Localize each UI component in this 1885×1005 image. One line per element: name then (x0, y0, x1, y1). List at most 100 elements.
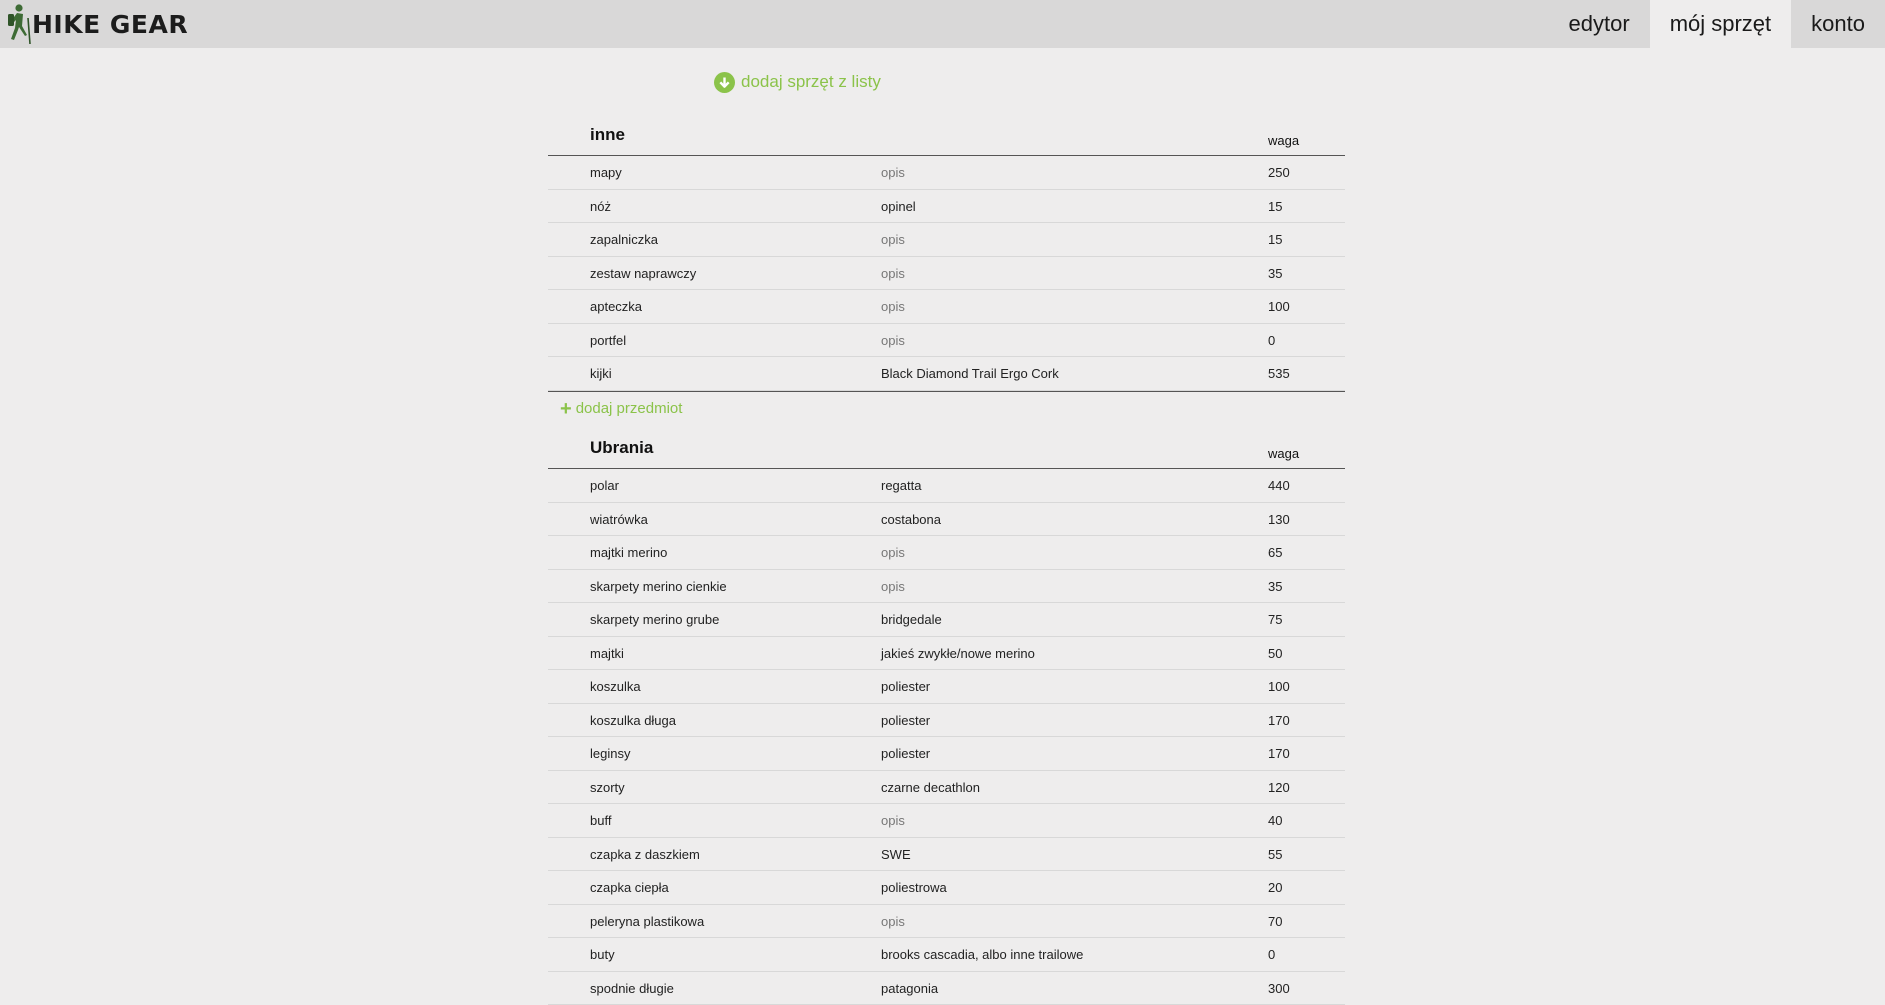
section-title[interactable]: inne (590, 125, 625, 145)
item-description[interactable]: jakieś zwykłe/nowe merino (881, 646, 1035, 661)
table-row[interactable]: buff opis 40 (548, 804, 1345, 838)
item-name[interactable]: spodnie długie (590, 981, 674, 996)
item-name[interactable]: kijki (590, 366, 612, 381)
table-row[interactable]: spodnie długie patagonia 300 (548, 972, 1345, 1005)
item-weight[interactable]: 100 (1268, 679, 1290, 694)
item-weight[interactable]: 170 (1268, 713, 1290, 728)
item-description[interactable]: poliester (881, 679, 930, 694)
item-description[interactable]: bridgedale (881, 612, 942, 627)
table-row[interactable]: nóż opinel 15 (548, 190, 1345, 224)
item-name[interactable]: czapka ciepła (590, 880, 669, 895)
nav-my-gear[interactable]: mój sprzęt (1650, 0, 1791, 48)
item-weight[interactable]: 0 (1268, 947, 1275, 962)
item-description[interactable]: opis (881, 333, 905, 348)
item-weight[interactable]: 300 (1268, 981, 1290, 996)
item-name[interactable]: mapy (590, 165, 622, 180)
section-title[interactable]: Ubrania (590, 438, 653, 458)
table-row[interactable]: majtki merino opis 65 (548, 536, 1345, 570)
table-row[interactable]: majtki jakieś zwykłe/nowe merino 50 (548, 637, 1345, 671)
item-description[interactable]: poliester (881, 713, 930, 728)
item-name[interactable]: skarpety merino cienkie (590, 579, 727, 594)
item-weight[interactable]: 440 (1268, 478, 1290, 493)
item-weight[interactable]: 535 (1268, 366, 1290, 381)
item-weight[interactable]: 0 (1268, 333, 1275, 348)
item-description[interactable]: poliestrowa (881, 880, 947, 895)
item-description[interactable]: opinel (881, 199, 916, 214)
item-name[interactable]: majtki merino (590, 545, 667, 560)
item-description[interactable]: opis (881, 266, 905, 281)
item-weight[interactable]: 120 (1268, 780, 1290, 795)
item-name[interactable]: zestaw naprawczy (590, 266, 696, 281)
table-row[interactable]: czapka ciepła poliestrowa 20 (548, 871, 1345, 905)
item-description[interactable]: opis (881, 914, 905, 929)
item-description[interactable]: opis (881, 813, 905, 828)
item-description[interactable]: brooks cascadia, albo inne trailowe (881, 947, 1083, 962)
table-row[interactable]: polar regatta 440 (548, 469, 1345, 503)
item-name[interactable]: zapalniczka (590, 232, 658, 247)
logo[interactable]: HIKE GEAR (4, 2, 188, 46)
table-row[interactable]: apteczka opis 100 (548, 290, 1345, 324)
table-row[interactable]: portfel opis 0 (548, 324, 1345, 358)
item-description[interactable]: opis (881, 165, 905, 180)
table-row[interactable]: wiatrówka costabona 130 (548, 503, 1345, 537)
item-weight[interactable]: 55 (1268, 847, 1282, 862)
item-weight[interactable]: 75 (1268, 612, 1282, 627)
table-row[interactable]: koszulka długa poliester 170 (548, 704, 1345, 738)
add-from-list-button[interactable]: dodaj sprzęt z listy (714, 70, 881, 94)
item-weight[interactable]: 100 (1268, 299, 1290, 314)
table-row[interactable]: leginsy poliester 170 (548, 737, 1345, 771)
item-weight[interactable]: 65 (1268, 545, 1282, 560)
table-row[interactable]: zestaw naprawczy opis 35 (548, 257, 1345, 291)
item-description[interactable]: Black Diamond Trail Ergo Cork (881, 366, 1059, 381)
item-weight[interactable]: 15 (1268, 232, 1282, 247)
item-name[interactable]: skarpety merino grube (590, 612, 719, 627)
item-name[interactable]: nóż (590, 199, 611, 214)
item-name[interactable]: buff (590, 813, 611, 828)
item-name[interactable]: portfel (590, 333, 626, 348)
item-weight[interactable]: 15 (1268, 199, 1282, 214)
table-row[interactable]: mapy opis 250 (548, 156, 1345, 190)
item-weight[interactable]: 70 (1268, 914, 1282, 929)
item-name[interactable]: majtki (590, 646, 624, 661)
item-name[interactable]: leginsy (590, 746, 630, 761)
item-name[interactable]: peleryna plastikowa (590, 914, 704, 929)
item-description[interactable]: regatta (881, 478, 921, 493)
add-item-button[interactable]: + dodaj przedmiot (560, 399, 1345, 419)
item-weight[interactable]: 20 (1268, 880, 1282, 895)
item-name[interactable]: koszulka (590, 679, 641, 694)
item-name[interactable]: wiatrówka (590, 512, 648, 527)
item-name[interactable]: buty (590, 947, 615, 962)
item-description[interactable]: costabona (881, 512, 941, 527)
item-weight[interactable]: 40 (1268, 813, 1282, 828)
table-row[interactable]: czapka z daszkiem SWE 55 (548, 838, 1345, 872)
table-row[interactable]: buty brooks cascadia, albo inne trailowe 0 (548, 938, 1345, 972)
item-weight[interactable]: 35 (1268, 266, 1282, 281)
table-row[interactable]: skarpety merino grube bridgedale 75 (548, 603, 1345, 637)
item-description[interactable]: czarne decathlon (881, 780, 980, 795)
item-description[interactable]: SWE (881, 847, 911, 862)
item-name[interactable]: szorty (590, 780, 625, 795)
item-name[interactable]: apteczka (590, 299, 642, 314)
item-description[interactable]: opis (881, 299, 905, 314)
table-row[interactable]: skarpety merino cienkie opis 35 (548, 570, 1345, 604)
item-name[interactable]: czapka z daszkiem (590, 847, 700, 862)
table-row[interactable]: kijki Black Diamond Trail Ergo Cork 535 (548, 357, 1345, 391)
item-weight[interactable]: 170 (1268, 746, 1290, 761)
nav-account[interactable]: konto (1791, 0, 1885, 48)
item-name[interactable]: koszulka długa (590, 713, 676, 728)
item-description[interactable]: opis (881, 232, 905, 247)
item-weight[interactable]: 250 (1268, 165, 1290, 180)
table-row[interactable]: peleryna plastikowa opis 70 (548, 905, 1345, 939)
item-description[interactable]: patagonia (881, 981, 938, 996)
table-row[interactable]: zapalniczka opis 15 (548, 223, 1345, 257)
item-description[interactable]: opis (881, 545, 905, 560)
item-description[interactable]: opis (881, 579, 905, 594)
item-weight[interactable]: 130 (1268, 512, 1290, 527)
item-description[interactable]: poliester (881, 746, 930, 761)
item-weight[interactable]: 35 (1268, 579, 1282, 594)
item-name[interactable]: polar (590, 478, 619, 493)
table-row[interactable]: szorty czarne decathlon 120 (548, 771, 1345, 805)
nav-editor[interactable]: edytor (1549, 0, 1650, 48)
table-row[interactable]: koszulka poliester 100 (548, 670, 1345, 704)
item-weight[interactable]: 50 (1268, 646, 1282, 661)
